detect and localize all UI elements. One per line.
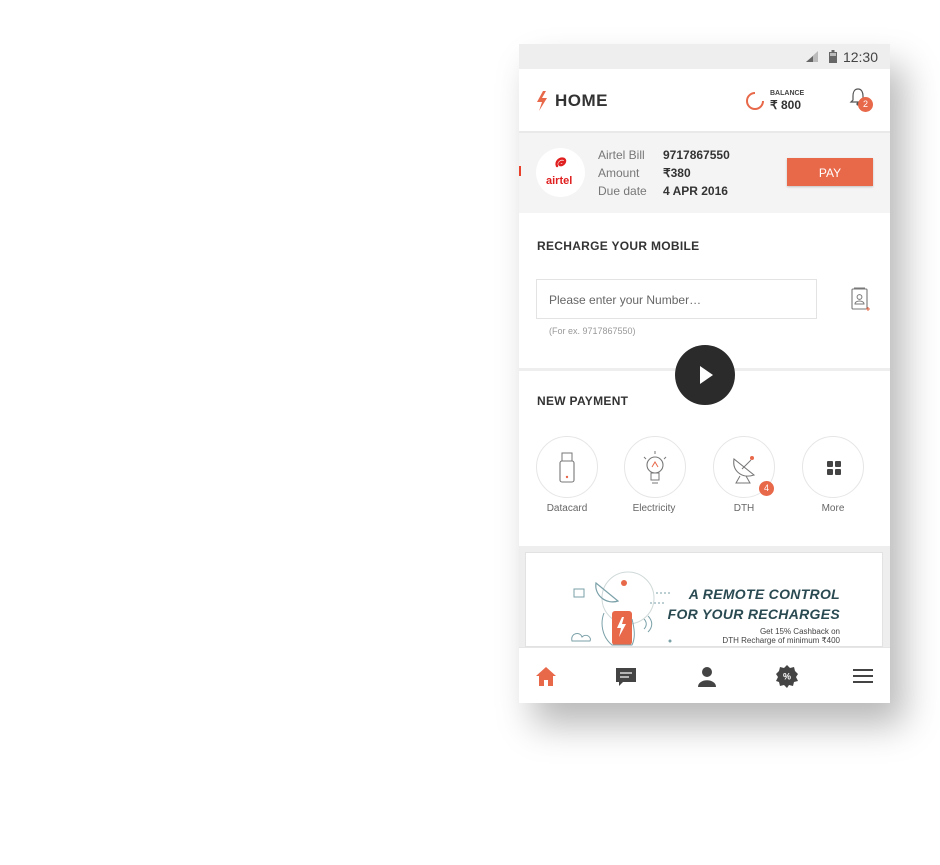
datacard-label: Datacard [546, 503, 588, 514]
airtel-logo-text: airtel [546, 175, 573, 187]
dth-badge: 4 [759, 481, 774, 496]
balance-value[interactable]: ₹ 800 [770, 98, 801, 112]
notification-badge: 2 [858, 97, 873, 112]
balance-label: BALANCE [770, 90, 805, 97]
number-hint: (For ex. 9717867550) [549, 326, 636, 336]
due-date-label: Due date [598, 184, 647, 198]
home-icon[interactable] [534, 664, 558, 688]
hamburger-icon[interactable] [851, 664, 875, 688]
card-edge-mark [519, 166, 521, 176]
datacard-icon [559, 452, 575, 483]
promo-banner[interactable]: A REMOTE CONTROL FOR YOUR RECHARGES Get … [525, 552, 883, 647]
bill-card: airtel Airtel Bill 9717867550 Amount ₹38… [519, 133, 890, 213]
signal-icon [806, 51, 818, 62]
bill-label: Airtel Bill [598, 148, 645, 162]
svg-text:%: % [783, 672, 791, 682]
banner-headline-2: FOR YOUR RECHARGES [667, 606, 840, 622]
banner-headline-1: A REMOTE CONTROL [688, 586, 840, 602]
play-video-button[interactable] [675, 345, 735, 405]
more-label: More [821, 503, 845, 514]
amount-label: Amount [598, 166, 640, 180]
amount-value: ₹380 [663, 166, 691, 180]
airtel-logo: airtel [536, 148, 585, 197]
bottom-nav: % [519, 647, 890, 703]
chat-icon[interactable] [614, 664, 638, 688]
more-button[interactable] [802, 436, 864, 498]
bill-number: 9717867550 [663, 148, 730, 162]
airtel-swirl-icon [555, 157, 567, 168]
user-icon[interactable] [695, 664, 719, 688]
balance-ring-icon [746, 92, 764, 110]
dth-label: DTH [733, 503, 755, 514]
banner-sub-2: DTH Recharge of minimum ₹400 [722, 636, 840, 645]
page-title: HOME [555, 91, 608, 110]
new-payment-title: NEW PAYMENT [537, 394, 629, 408]
due-date-value: 4 APR 2016 [663, 184, 728, 198]
datacard-button[interactable] [536, 436, 598, 498]
offer-percent-icon[interactable]: % [775, 664, 799, 688]
play-icon [700, 366, 713, 384]
pay-button[interactable]: PAY [787, 158, 873, 186]
status-time: 12:30 [842, 49, 878, 65]
status-bar: 12:30 [519, 44, 890, 69]
bolt-logo-icon [537, 91, 547, 111]
electricity-button[interactable] [624, 436, 686, 498]
contact-book-icon[interactable] [851, 287, 871, 311]
bulb-icon [643, 451, 667, 484]
electricity-label: Electricity [632, 503, 676, 514]
mobile-number-placeholder: Please enter your Number… [549, 293, 702, 307]
remote-illustration [571, 571, 672, 646]
grid-icon [827, 461, 841, 475]
app-bar: HOME BALANCE ₹ 800 2 [519, 69, 890, 133]
recharge-title: RECHARGE YOUR MOBILE [537, 239, 700, 253]
banner-sub-1: Get 15% Cashback on [759, 627, 840, 636]
mobile-number-input[interactable]: Please enter your Number… [536, 279, 817, 319]
battery-icon [829, 50, 837, 63]
